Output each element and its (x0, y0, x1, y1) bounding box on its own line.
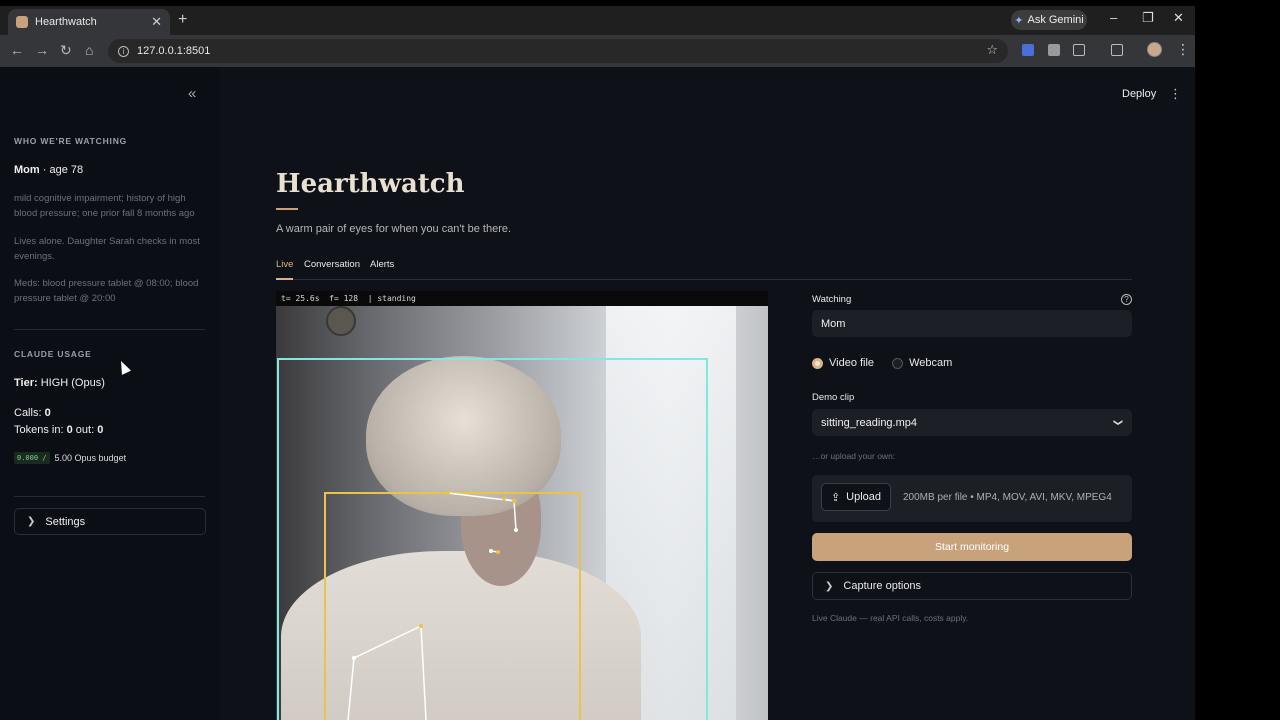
title-accent-rule (276, 208, 298, 210)
home-icon[interactable]: ⌂ (85, 42, 93, 58)
calls-line: Calls: 0 (14, 407, 51, 419)
restore-icon[interactable]: ❐ (1142, 10, 1154, 26)
tab-bar: Live Conversation Alerts (276, 256, 1132, 280)
extension-icon[interactable] (1022, 44, 1034, 56)
capture-options-expander[interactable]: ❯ Capture options (812, 572, 1132, 600)
close-window-icon[interactable]: ✕ (1173, 10, 1184, 26)
upload-label: Upload (846, 491, 882, 503)
condition-text: mild cognitive impairment; history of hi… (14, 193, 195, 219)
browser-window: Hearthwatch ✕ + ✦ Ask Gemini – ❐ ✕ ← → ↻… (0, 6, 1195, 720)
radio-label: Video file (829, 357, 875, 369)
tier-value: HIGH (Opus) (40, 377, 105, 389)
tokens-out-value: 0 (97, 424, 104, 436)
browser-menu-icon[interactable]: ⋮ (1176, 41, 1190, 58)
radio-label: Webcam (909, 357, 953, 369)
usage-heading: CLAUDE USAGE (14, 349, 92, 359)
upload-button[interactable]: ⇪ Upload (821, 483, 891, 511)
right-margin (1195, 0, 1280, 720)
profile-avatar[interactable] (1147, 42, 1162, 57)
sidebar: « WHO WE'RE WATCHING Mom · age 78 mild c… (0, 67, 220, 720)
file-dropzone[interactable]: ⇪ Upload 200MB per file • MP4, MOV, AVI,… (812, 475, 1132, 522)
gemini-spark-icon: ✦ (1014, 14, 1024, 27)
tokens-out-label: out: (75, 424, 95, 436)
sidebar-divider (14, 329, 205, 330)
api-cost-note: Live Claude — real API calls, costs appl… (812, 613, 969, 623)
tokens-line: Tokens in: 0 out: 0 (14, 424, 103, 436)
source-radio-group: Video file Webcam (812, 357, 952, 369)
tab-strip: Hearthwatch ✕ + ✦ Ask Gemini – ❐ ✕ (0, 6, 1195, 35)
living-text: Lives alone. Daughter Sarah checks in mo… (14, 236, 200, 262)
forward-icon[interactable]: → (35, 42, 49, 58)
person-age: · age 78 (42, 164, 84, 176)
radio-video-file[interactable]: Video file (812, 357, 874, 369)
upload-icon: ⇪ (830, 491, 841, 504)
capture-options-label: Capture options (843, 580, 922, 592)
pose-skeleton (347, 491, 518, 720)
deploy-button[interactable]: Deploy (1122, 88, 1156, 100)
close-tab-icon[interactable]: ✕ (151, 14, 162, 30)
ask-gemini-button[interactable]: ✦ Ask Gemini (1011, 10, 1087, 30)
browser-tab[interactable]: Hearthwatch ✕ (8, 9, 170, 35)
radio-unselected-icon (892, 357, 904, 369)
chevron-down-icon: ❯ (1113, 418, 1124, 427)
minimize-icon[interactable]: – (1110, 10, 1117, 25)
collapse-sidebar-icon[interactable]: « (188, 85, 196, 102)
start-monitoring-button[interactable]: Start monitoring (812, 533, 1132, 561)
tokens-in-label: Tokens in: (14, 424, 64, 436)
video-frame (276, 306, 768, 720)
favicon-icon (16, 16, 28, 28)
chevron-right-icon: ❯ (27, 516, 36, 527)
person-name: Mom (14, 164, 40, 176)
person-line: Mom · age 78 (14, 164, 83, 176)
budget-total: 5.00 Opus budget (54, 453, 127, 463)
active-tab-indicator (276, 278, 293, 280)
chevron-right-icon: ❯ (825, 580, 834, 592)
budget-used: 0.000 / (14, 452, 50, 464)
upload-hint: …or upload your own: (812, 451, 896, 461)
help-icon[interactable]: ? (1121, 294, 1132, 305)
demo-clip-label: Demo clip (812, 392, 855, 403)
streamlit-page: « WHO WE'RE WATCHING Mom · age 78 mild c… (0, 67, 1195, 720)
calls-value: 0 (44, 407, 51, 419)
tab-alerts[interactable]: Alerts (370, 259, 394, 270)
side-panel-icon[interactable] (1111, 44, 1123, 56)
app-menu-icon[interactable]: ⋮ (1169, 86, 1182, 102)
radio-selected-icon (812, 357, 823, 369)
url-text: 127.0.0.1:8501 (137, 45, 211, 57)
page-title: Hearthwatch (276, 169, 465, 199)
tab-conversation[interactable]: Conversation (304, 259, 360, 270)
watching-heading: WHO WE'RE WATCHING (14, 136, 128, 146)
tab-live[interactable]: Live (276, 259, 293, 270)
extension-icon[interactable] (1048, 44, 1060, 56)
tokens-in-value: 0 (66, 424, 73, 436)
demo-clip-select[interactable]: sitting_reading.mp4 ❯ (812, 409, 1132, 436)
tab-title: Hearthwatch (35, 16, 97, 28)
video-hud: t= 25.6s f= 128 | standing (276, 291, 768, 306)
video-feed: t= 25.6s f= 128 | standing (276, 291, 768, 720)
reload-icon[interactable]: ↻ (60, 42, 72, 59)
budget-line: 0.000 / 5.00 Opus budget (14, 452, 126, 464)
extensions-puzzle-icon[interactable] (1073, 44, 1085, 56)
address-bar[interactable]: i 127.0.0.1:8501 ☆ (108, 39, 1008, 63)
settings-expander[interactable]: ❯ Settings (14, 508, 206, 535)
browser-toolbar: ← → ↻ ⌂ i 127.0.0.1:8501 ☆ ⋮ (0, 35, 1195, 67)
site-info-icon[interactable]: i (118, 45, 129, 57)
watching-input[interactable]: Mom (812, 310, 1132, 337)
mouse-cursor-icon (116, 358, 132, 375)
upload-limits: 200MB per file • MP4, MOV, AVI, MKV, MPE… (903, 492, 1112, 503)
watching-label: Watching (812, 294, 852, 305)
page-subtitle: A warm pair of eyes for when you can't b… (276, 223, 512, 235)
meds-text: Meds: blood pressure tablet @ 08:00; blo… (14, 278, 199, 304)
tier-line: Tier: HIGH (Opus) (14, 377, 105, 389)
sidebar-divider (14, 496, 205, 497)
calls-label: Calls: (14, 407, 42, 419)
settings-label: Settings (45, 515, 86, 528)
bookmark-star-icon[interactable]: ☆ (986, 42, 998, 58)
radio-webcam[interactable]: Webcam (892, 357, 952, 369)
ask-gemini-label: Ask Gemini (1027, 14, 1084, 26)
demo-clip-value: sitting_reading.mp4 (821, 416, 918, 429)
new-tab-button[interactable]: + (178, 11, 187, 29)
back-icon[interactable]: ← (10, 42, 24, 58)
tier-label: Tier: (14, 377, 38, 389)
